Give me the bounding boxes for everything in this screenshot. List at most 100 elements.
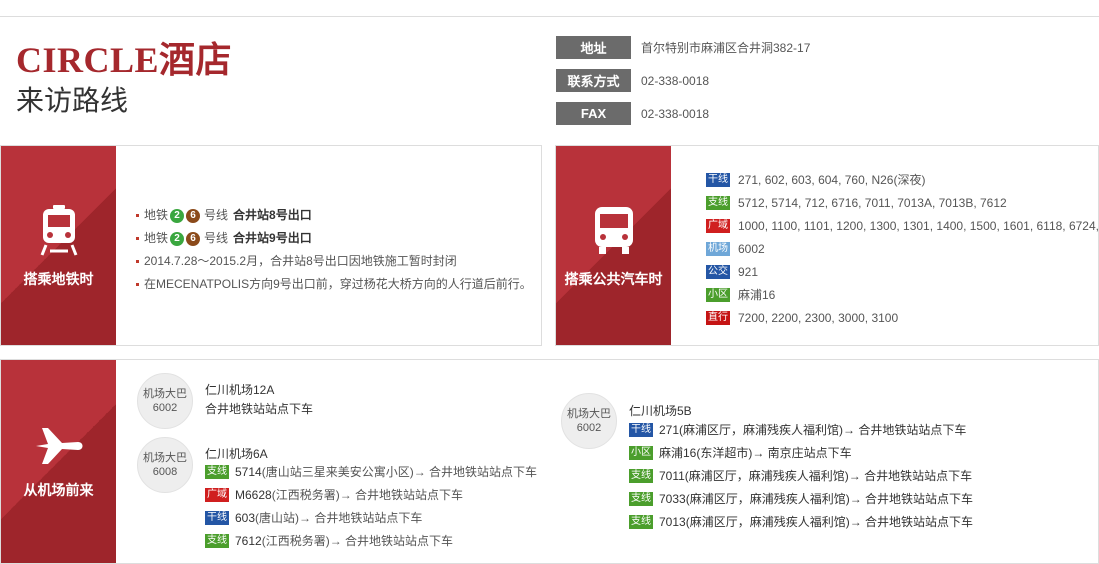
page-subtitle: 来访路线 <box>16 85 129 116</box>
bus-numbers: 6002 <box>738 241 765 256</box>
bus-number: 603 <box>235 510 256 525</box>
route-text: (唐山站)→ 合井地铁站站点下车 <box>255 511 423 525</box>
list-item: 干线 271, 602, 603, 604, 760, N26(深夜) <box>706 168 1099 191</box>
list-item: 小区 麻浦16(东洋超市)→ 南京庄站点下车 <box>629 441 973 464</box>
bus-side: 搭乘公共汽车时 <box>556 146 671 345</box>
bus-type-badge: 支线 <box>706 195 730 210</box>
info-value: 首尔特别市麻浦区合井洞382-17 <box>641 41 811 55</box>
bullet-icon <box>136 283 139 286</box>
bus-type-badge: 机场 <box>706 241 730 256</box>
badge-label: 机场大巴 <box>143 452 187 464</box>
badge-number: 6002 <box>152 402 178 414</box>
list-item: 支线 7013(麻浦区厅，麻浦残疾人福利馆)→ 合井地铁站站点下车 <box>629 510 973 533</box>
bus-type-badge: 广域 <box>706 218 730 233</box>
info-value: 02-338-0018 <box>641 73 710 88</box>
info-row-contact: 联系方式 02-338-0018 <box>556 69 709 92</box>
airport-transfer-list: 干线 271(麻浦区厅，麻浦残疾人福利馆)→ 合井地铁站站点下车 小区 麻浦16(东… <box>629 418 973 533</box>
airport-bus-badge: 机场大巴 6002 <box>561 393 617 449</box>
route-text: 7013(麻浦区厅，麻浦残疾人福利馆)→ 合井地铁站站点下车 <box>659 515 974 529</box>
list-item: 在MECENATPOLIS方向9号出口前，穿过杨花大桥方向的人行道后前行。 <box>136 273 532 296</box>
info-label: 联系方式 <box>556 69 631 92</box>
list-item: 支线 7011(麻浦区厅，麻浦残疾人福利馆)→ 合井地铁站站点下车 <box>629 464 973 487</box>
route-text: (江西税务署)→ 合井地铁站站点下车 <box>261 534 454 548</box>
bus-route-list: 干线 271, 602, 603, 604, 760, N26(深夜) 支线 571… <box>706 168 1099 329</box>
list-item: 广域 M6628 (江西税务署)→ 合井地铁站站点下车 <box>205 483 537 506</box>
subway-suffix: 号线 <box>204 208 229 222</box>
route-text: 7011(麻浦区厅，麻浦残疾人福利馆)→ 合井地铁站站点下车 <box>659 469 973 483</box>
bus-panel: 搭乘公共汽车时 干线 271, 602, 603, 604, 760, N26(深… <box>555 145 1099 346</box>
line-6-icon: 6 <box>186 231 201 246</box>
list-item: 直行 7200, 2200, 2300, 3000, 3100 <box>706 306 1099 329</box>
subway-note: 2014.7.28～2015.2月，合井站8号出口因地铁施工暂时封闭 <box>144 254 457 268</box>
airport-panel: 从机场前来 机场大巴 6002 仁川机场12A 合井地铁站站点下车 机场大巴 6… <box>0 359 1099 564</box>
bus-type-badge: 广域 <box>205 487 229 502</box>
bus-numbers: 1000, 1100, 1101, 1200, 1300, 1301, 1400… <box>738 218 1099 233</box>
bus-type-badge: 小区 <box>629 445 653 460</box>
bus-type-badge: 支线 <box>629 468 653 483</box>
list-item: 地铁 2 6 号线 合井站8号出口 <box>136 204 532 227</box>
info-row-address: 地址 首尔特别市麻浦区合井洞382-17 <box>556 36 810 59</box>
line-2-icon: 2 <box>170 231 185 246</box>
list-item: 广域 1000, 1100, 1101, 1200, 1300, 1301, 14… <box>706 214 1099 237</box>
bus-numbers: 5712, 5714, 712, 6716, 7011, 7013A, 7013… <box>738 195 1007 210</box>
route-text: (唐山站三星来美安公寓小区)→ 合井地铁站站点下车 <box>261 465 538 479</box>
info-label: 地址 <box>556 36 631 59</box>
bus-type-badge: 干线 <box>629 422 653 437</box>
bus-type-badge: 直行 <box>706 310 730 325</box>
airport-route-title: 仁川机场12A <box>205 383 275 397</box>
subway-note: 在MECENATPOLIS方向9号出口前，穿过杨花大桥方向的人行道后前行。 <box>144 277 532 291</box>
bus-icon <box>594 206 633 254</box>
badge-number: 6008 <box>152 466 178 478</box>
list-item: 地铁 2 6 号线 合井站9号出口 <box>136 227 532 250</box>
list-item: 干线 603 (唐山站)→ 合井地铁站站点下车 <box>205 506 537 529</box>
bus-type-badge: 支线 <box>205 464 229 479</box>
page-title: CIRCLE酒店 <box>16 40 233 80</box>
bullet-icon <box>136 260 139 263</box>
list-item: 支线 7612 (江西税务署)→ 合井地铁站站点下车 <box>205 529 537 552</box>
bus-number: M6628 <box>235 487 272 502</box>
line-2-icon: 2 <box>170 208 185 223</box>
badge-label: 机场大巴 <box>567 408 611 420</box>
airport-route-desc: 合井地铁站站点下车 <box>205 402 314 416</box>
bus-type-badge: 公交 <box>706 264 730 279</box>
airport-bus-badge: 机场大巴 6008 <box>137 437 193 493</box>
list-item: 机场 6002 <box>706 237 1099 260</box>
route-text: (江西税务署)→ 合井地铁站站点下车 <box>271 488 464 502</box>
airport-transfer-list: 支线 5714 (唐山站三星来美安公寓小区)→ 合井地铁站站点下车 广域 M6628(… <box>205 460 537 552</box>
list-item: 支线 7033(麻浦区厅，麻浦残疾人福利馆)→ 合井地铁站站点下车 <box>629 487 973 510</box>
bullet-icon <box>136 214 139 217</box>
list-item: 公交 921 <box>706 260 1099 283</box>
badge-label: 机场大巴 <box>143 388 187 400</box>
subway-list: 地铁 2 6 号线 合井站8号出口 地铁 2 6 号线 合井站9号出口 2014… <box>136 204 532 296</box>
list-item: 支线 5712, 5714, 712, 6716, 7011, 7013A, 70… <box>706 191 1099 214</box>
route-text: 7033(麻浦区厅，麻浦残疾人福利馆)→ 合井地铁站站点下车 <box>659 492 974 506</box>
bus-numbers: 271, 602, 603, 604, 760, N26(深夜) <box>738 173 926 187</box>
info-label: FAX <box>556 102 631 125</box>
bus-number: 7612 <box>235 533 262 548</box>
airport-label: 从机场前来 <box>23 481 94 498</box>
subway-suffix: 号线 <box>204 231 229 245</box>
route-text: 271(麻浦区厅，麻浦残疾人福利馆)→ 合井地铁站站点下车 <box>659 423 967 437</box>
train-icon <box>40 204 77 256</box>
subway-exit: 合井站8号出口 <box>233 208 312 222</box>
airport-route-title: 仁川机场5B <box>629 404 692 418</box>
subway-prefix: 地铁 <box>144 231 169 245</box>
airplane-icon <box>35 427 82 464</box>
top-divider <box>0 16 1099 17</box>
bus-numbers: 麻浦16 <box>738 288 776 302</box>
bus-numbers: 7200, 2200, 2300, 3000, 3100 <box>738 310 899 325</box>
bus-number: 5714 <box>235 464 262 479</box>
airport-bus-badge: 机场大巴 6002 <box>137 373 193 429</box>
airport-side: 从机场前来 <box>1 360 116 563</box>
bullet-icon <box>136 237 139 240</box>
subway-exit: 合井站9号出口 <box>233 231 312 245</box>
bus-type-badge: 干线 <box>706 172 730 187</box>
subway-panel: 搭乘地铁时 地铁 2 6 号线 合井站8号出口 地铁 2 6 号线 合井站9号出… <box>0 145 542 346</box>
subway-side: 搭乘地铁时 <box>1 146 116 345</box>
info-row-fax: FAX 02-338-0018 <box>556 102 709 125</box>
line-6-icon: 6 <box>186 208 201 223</box>
list-item: 干线 271(麻浦区厅，麻浦残疾人福利馆)→ 合井地铁站站点下车 <box>629 418 973 441</box>
bus-label: 搭乘公共汽车时 <box>564 270 663 287</box>
route-text: 麻浦16(东洋超市)→ 南京庄站点下车 <box>659 446 852 460</box>
info-value: 02-338-0018 <box>641 106 710 121</box>
